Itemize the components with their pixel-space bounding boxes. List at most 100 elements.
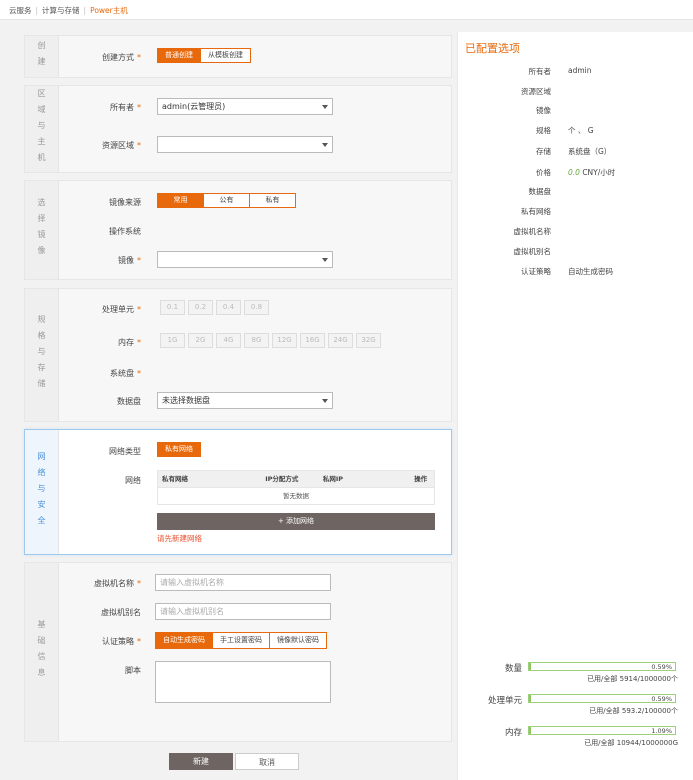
- vm-alias-label: 虚拟机别名: [101, 608, 141, 617]
- cpu-option[interactable]: 0.2: [188, 300, 213, 315]
- network-type-private-button[interactable]: 私有网络: [157, 442, 201, 457]
- network-table-header: 私有网络 IP分配方式 私网IP 操作: [158, 471, 434, 487]
- summary-row-datadisk: 数据盘: [528, 187, 552, 196]
- column-header: 操作: [414, 475, 428, 483]
- section-spec: 规格与存储 处理单元 * 0.1 0.2 0.4 0.8 内存 * 1G 2G 4G…: [24, 288, 452, 422]
- memory-options: 1G 2G 4G 8G 12G 16G 24G 32G: [160, 333, 381, 348]
- section-label-basic: 基础信息: [25, 563, 59, 741]
- memory-option[interactable]: 32G: [356, 333, 381, 348]
- memory-option[interactable]: 2G: [188, 333, 213, 348]
- memory-option[interactable]: 4G: [216, 333, 241, 348]
- section-create: 创建 创建方式 * 普通创建 从模板创建: [24, 35, 452, 78]
- summary-row-storage: 存储 系统盘（G）: [536, 147, 612, 156]
- breadcrumb-separator: |: [83, 6, 87, 15]
- memory-option[interactable]: 1G: [160, 333, 185, 348]
- data-disk-select[interactable]: 未选择数据盘: [157, 392, 333, 409]
- cpu-option[interactable]: 0.4: [216, 300, 241, 315]
- network-table-empty: 暂无数据: [158, 487, 434, 504]
- image-label: 镜像 *: [118, 256, 141, 265]
- quota-count-progress: 0.59%: [528, 662, 676, 671]
- script-textarea[interactable]: [155, 661, 331, 703]
- network-label: 网络: [125, 476, 141, 485]
- memory-label: 内存 *: [118, 338, 141, 347]
- summary-title: 已配置选项: [465, 42, 520, 55]
- memory-option[interactable]: 8G: [244, 333, 269, 348]
- summary-row-private-network: 私有网络: [521, 207, 551, 216]
- cpu-label: 处理单元 *: [102, 305, 141, 314]
- section-label-region: 区域与主机: [25, 86, 59, 172]
- owner-label: 所有者 *: [110, 103, 141, 112]
- breadcrumb-separator: |: [35, 6, 39, 15]
- auth-policy-group: 自动生成密码 手工设置密码 镜像默认密码: [155, 632, 327, 649]
- create-method-normal-button[interactable]: 普通创建: [157, 48, 201, 63]
- section-label-spec: 规格与存储: [25, 289, 59, 421]
- data-disk-label: 数据盘: [117, 397, 141, 406]
- create-method-label: 创建方式 *: [102, 53, 141, 62]
- image-source-private-button[interactable]: 私有: [250, 193, 296, 208]
- chevron-down-icon: [322, 143, 328, 147]
- image-source-label: 镜像来源: [109, 198, 141, 207]
- summary-row-price: 价格 0.0 CNY/小时: [536, 168, 616, 177]
- add-network-button[interactable]: + 添加网络: [157, 513, 435, 530]
- network-type-label: 网络类型: [109, 447, 141, 456]
- image-select[interactable]: [157, 251, 333, 268]
- summary-row-vm-name: 虚拟机名称: [513, 227, 552, 236]
- section-label-create: 创建: [25, 36, 59, 77]
- quota-memory-progress: 1.09%: [528, 726, 676, 735]
- form-actions: 新建 取消: [169, 753, 299, 770]
- column-header: 私网IP: [322, 475, 344, 483]
- breadcrumb-item-cloud[interactable]: 云服务: [9, 6, 32, 15]
- cancel-button[interactable]: 取消: [235, 753, 299, 770]
- section-label-image: 选择镜像: [25, 181, 59, 279]
- memory-option[interactable]: 24G: [328, 333, 353, 348]
- summary-row-spec: 规格个 、 G: [536, 126, 594, 135]
- memory-option[interactable]: 16G: [300, 333, 325, 348]
- script-label: 脚本: [125, 666, 141, 675]
- section-network: 网络与安全 网络类型 私有网络 网络 私有网络 IP分配方式 私网IP 操作 暂…: [24, 429, 452, 555]
- summary-panel: 已配置选项 所有者 admin 资源区域 镜像 规格个 、 G 存储 系统盘（G） …: [457, 32, 693, 780]
- zone-select[interactable]: [157, 136, 333, 153]
- auth-policy-label: 认证策略 *: [102, 637, 141, 646]
- column-header: IP分配方式: [265, 475, 299, 483]
- section-basic: 基础信息 虚拟机名称 * 请输入虚拟机名称 虚拟机别名 请输入虚拟机别名 认证策略…: [24, 562, 452, 742]
- cpu-option[interactable]: 0.1: [160, 300, 185, 315]
- auth-manual-password-button[interactable]: 手工设置密码: [213, 632, 270, 649]
- section-region: 区域与主机 所有者 * admin(云管理员) 资源区域 *: [24, 85, 452, 173]
- summary-row-auth: 认证策略 自动生成密码: [521, 267, 613, 276]
- auth-image-default-button[interactable]: 镜像默认密码: [270, 632, 327, 649]
- column-header: 私有网络: [162, 475, 188, 483]
- breadcrumb-item-current: Power主机: [90, 6, 128, 15]
- memory-option[interactable]: 12G: [272, 333, 297, 348]
- vm-name-input[interactable]: 请输入虚拟机名称: [155, 574, 331, 591]
- create-method-template-button[interactable]: 从模板创建: [201, 48, 251, 63]
- auth-auto-password-button[interactable]: 自动生成密码: [155, 632, 213, 649]
- image-source-common-button[interactable]: 常用: [157, 193, 204, 208]
- image-source-public-button[interactable]: 公有: [204, 193, 250, 208]
- network-type-group: 私有网络: [157, 442, 201, 457]
- vm-alias-input[interactable]: 请输入虚拟机别名: [155, 603, 331, 620]
- section-image: 选择镜像 镜像来源 常用 公有 私有 操作系统 镜像 *: [24, 180, 452, 280]
- chevron-down-icon: [322, 105, 328, 109]
- chevron-down-icon: [322, 258, 328, 262]
- zone-label: 资源区域 *: [102, 141, 141, 150]
- breadcrumb: 云服务 | 计算与存储 | Power主机: [0, 0, 693, 20]
- create-button[interactable]: 新建: [169, 753, 233, 770]
- summary-row-vm-alias: 虚拟机别名: [513, 247, 552, 256]
- breadcrumb-item-compute[interactable]: 计算与存储: [42, 6, 80, 15]
- create-method-group: 普通创建 从模板创建: [157, 48, 251, 63]
- network-table: 私有网络 IP分配方式 私网IP 操作 暂无数据: [157, 470, 435, 505]
- section-label-network: 网络与安全: [25, 430, 59, 554]
- summary-row-image: 镜像: [536, 106, 551, 115]
- vm-name-label: 虚拟机名称 *: [94, 579, 141, 588]
- cpu-option[interactable]: 0.8: [244, 300, 269, 315]
- cpu-options: 0.1 0.2 0.4 0.8: [160, 300, 269, 315]
- summary-row-owner: 所有者 admin: [528, 66, 592, 76]
- system-disk-label: 系统盘 *: [110, 369, 141, 378]
- image-source-group: 常用 公有 私有: [157, 193, 296, 208]
- owner-select[interactable]: admin(云管理员): [157, 98, 333, 115]
- os-label: 操作系统: [109, 227, 141, 236]
- create-network-link[interactable]: 请先新建网络: [157, 533, 202, 544]
- quota-cpu-progress: 0.59%: [528, 694, 676, 703]
- chevron-down-icon: [322, 399, 328, 403]
- summary-row-zone: 资源区域: [521, 87, 551, 96]
